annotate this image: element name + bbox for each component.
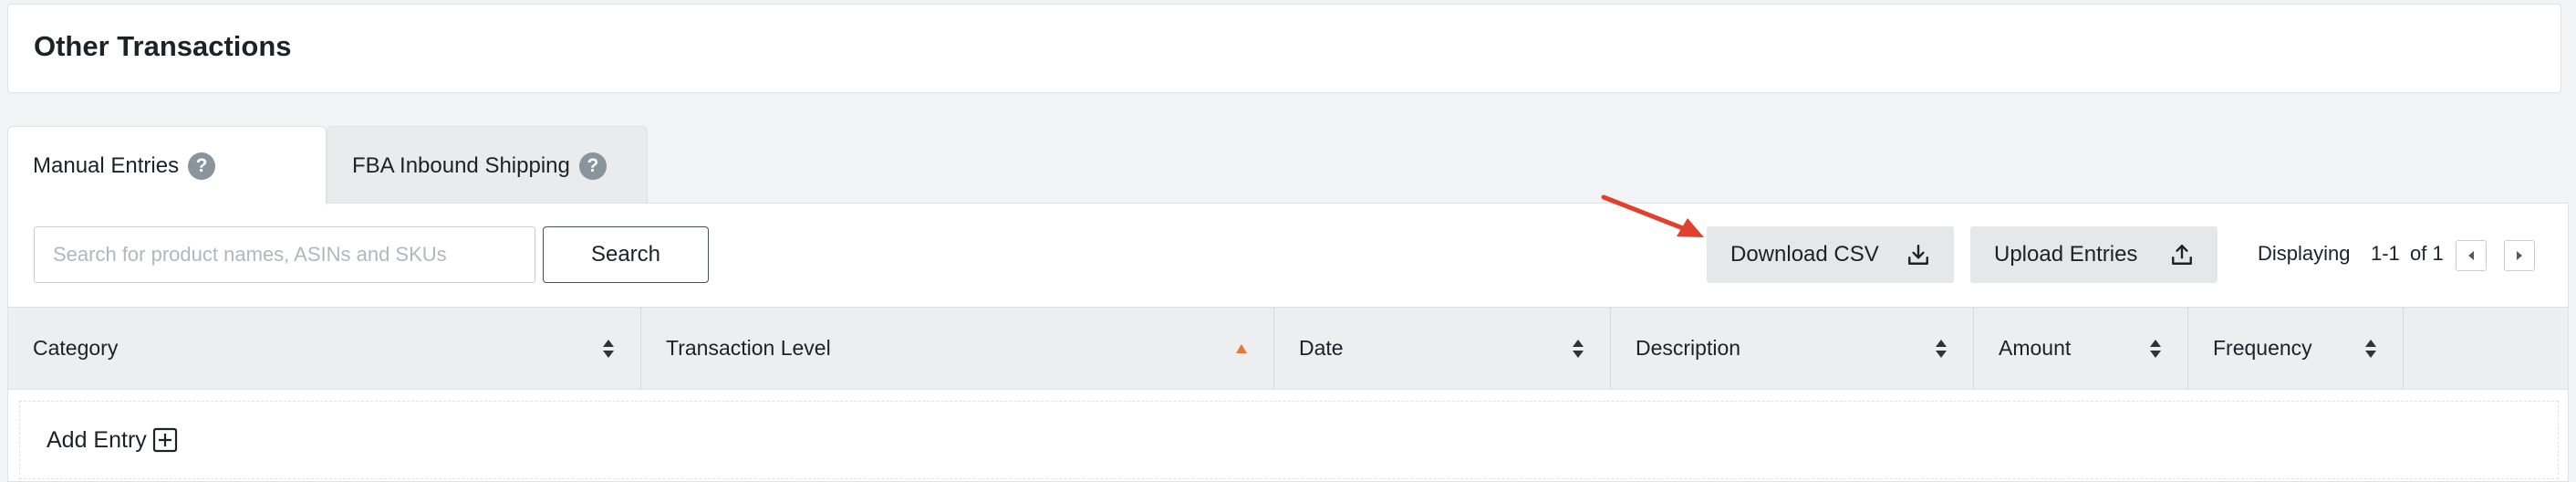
sort-icon <box>2150 339 2161 358</box>
table-header: Category Transaction Level Date Descript… <box>8 307 2568 390</box>
column-label: Amount <box>1999 336 2072 360</box>
upload-icon <box>2172 245 2192 265</box>
column-header-category[interactable]: Category <box>8 308 641 389</box>
upload-entries-button[interactable]: Upload Entries <box>1970 226 2218 283</box>
plus-square-icon <box>152 427 177 453</box>
pager-displaying-label: Displaying <box>2258 242 2351 265</box>
sort-icon <box>1573 339 1584 358</box>
column-header-amount[interactable]: Amount <box>1974 308 2188 389</box>
tab-fba-inbound-shipping[interactable]: FBA Inbound Shipping ? <box>327 126 648 204</box>
page-title: Other Transactions <box>34 30 292 62</box>
triangle-left-icon <box>2468 251 2474 260</box>
sort-ascending-icon <box>1236 343 1247 353</box>
column-label: Frequency <box>2213 336 2312 360</box>
tab-label: Manual Entries <box>33 153 180 178</box>
add-entry-button[interactable]: Add Entry <box>19 401 2559 479</box>
sort-icon <box>603 339 614 358</box>
help-icon[interactable]: ? <box>188 152 216 180</box>
tab-manual-entries[interactable]: Manual Entries ? <box>7 126 327 205</box>
sort-icon <box>1936 339 1947 358</box>
download-csv-button[interactable]: Download CSV <box>1707 226 1954 283</box>
column-label: Category <box>33 336 119 360</box>
tab-label: FBA Inbound Shipping <box>352 152 570 178</box>
search-button[interactable]: Search <box>543 226 709 283</box>
add-entry-label: Add Entry <box>47 426 147 453</box>
help-icon[interactable]: ? <box>578 152 607 180</box>
column-header-frequency[interactable]: Frequency <box>2188 308 2404 389</box>
column-header-actions <box>2404 308 2568 389</box>
pager-next-button[interactable] <box>2504 240 2535 271</box>
sort-icon <box>2365 339 2376 358</box>
pager-total: of 1 <box>2410 242 2444 265</box>
download-icon <box>1908 245 1928 265</box>
column-header-transaction-level[interactable]: Transaction Level <box>641 308 1274 389</box>
upload-entries-label: Upload Entries <box>1994 242 2138 267</box>
column-header-description[interactable]: Description <box>1611 308 1974 389</box>
search-input[interactable] <box>34 226 535 283</box>
entries-panel: Search Download CSV Upload Entries Displ… <box>7 203 2569 482</box>
pager-range: 1-1 <box>2371 242 2400 265</box>
column-header-date[interactable]: Date <box>1274 308 1611 389</box>
page-header: Other Transactions <box>7 4 2561 93</box>
pager-prev-button[interactable] <box>2456 240 2487 271</box>
triangle-right-icon <box>2517 251 2522 260</box>
column-label: Date <box>1299 336 1344 360</box>
download-csv-label: Download CSV <box>1730 242 1879 267</box>
column-label: Description <box>1636 336 1741 360</box>
column-label: Transaction Level <box>666 336 831 360</box>
